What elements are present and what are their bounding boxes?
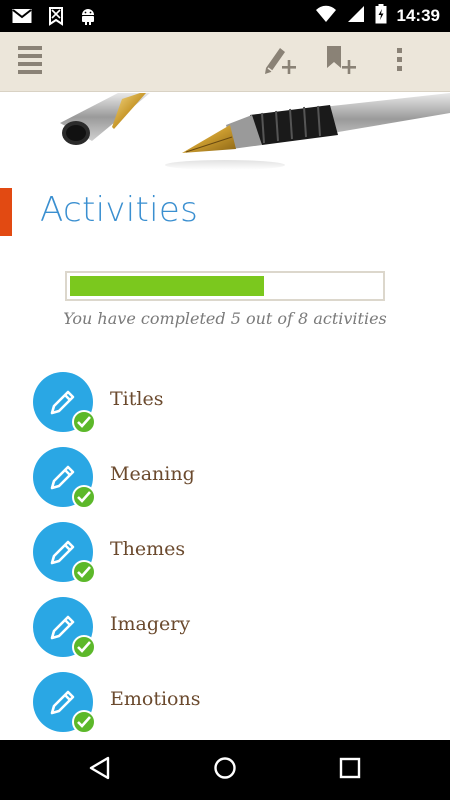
edit-add-icon (263, 44, 297, 80)
add-note-button[interactable] (256, 32, 304, 92)
system-icons: 14:39 (315, 4, 440, 28)
check-icon (72, 485, 96, 509)
check-icon (72, 710, 96, 734)
status-bar: 14:39 (0, 0, 450, 32)
activity-label: Titles (110, 388, 164, 410)
title-accent-bar (0, 188, 12, 236)
app-toolbar (0, 32, 450, 92)
fountain-pen-image (60, 93, 450, 170)
overflow-menu-button[interactable] (378, 32, 422, 92)
notification-icons (12, 6, 96, 30)
activity-item-imagery[interactable]: Imagery (0, 595, 450, 670)
system-nav-bar (0, 740, 450, 800)
activity-item-themes[interactable]: Themes (0, 520, 450, 595)
header-pen-image (0, 93, 450, 177)
android-icon (80, 6, 96, 30)
add-bookmark-button[interactable] (316, 32, 364, 92)
recents-button[interactable] (320, 740, 380, 800)
activity-label: Themes (110, 538, 186, 560)
recents-icon (339, 757, 361, 783)
shield-icon (48, 6, 64, 30)
check-icon (72, 410, 96, 434)
wifi-icon (315, 5, 337, 27)
overflow-menu-icon (396, 47, 404, 77)
progress-bar (65, 271, 385, 301)
back-icon (88, 756, 112, 784)
activity-list: Titles Meaning Themes Imagery Emotions (0, 370, 450, 745)
menu-icon (18, 45, 42, 79)
activity-label: Imagery (110, 613, 191, 635)
progress-text: You have completed 5 out of 8 activities (63, 309, 387, 328)
home-icon (213, 756, 237, 784)
check-icon (72, 635, 96, 659)
bookmark-add-icon (323, 44, 357, 80)
menu-button[interactable] (8, 32, 52, 92)
clock: 14:39 (396, 6, 440, 25)
signal-icon (347, 5, 365, 27)
activity-item-emotions[interactable]: Emotions (0, 670, 450, 745)
battery-charging-icon (375, 4, 387, 28)
gmail-icon (12, 8, 32, 28)
home-button[interactable] (195, 740, 255, 800)
activity-label: Emotions (110, 688, 201, 710)
activity-item-meaning[interactable]: Meaning (0, 445, 450, 520)
activity-label: Meaning (110, 463, 195, 485)
progress-fill (70, 276, 264, 296)
page-title: Activities (40, 190, 199, 230)
back-button[interactable] (70, 740, 130, 800)
check-icon (72, 560, 96, 584)
activity-item-titles[interactable]: Titles (0, 370, 450, 445)
